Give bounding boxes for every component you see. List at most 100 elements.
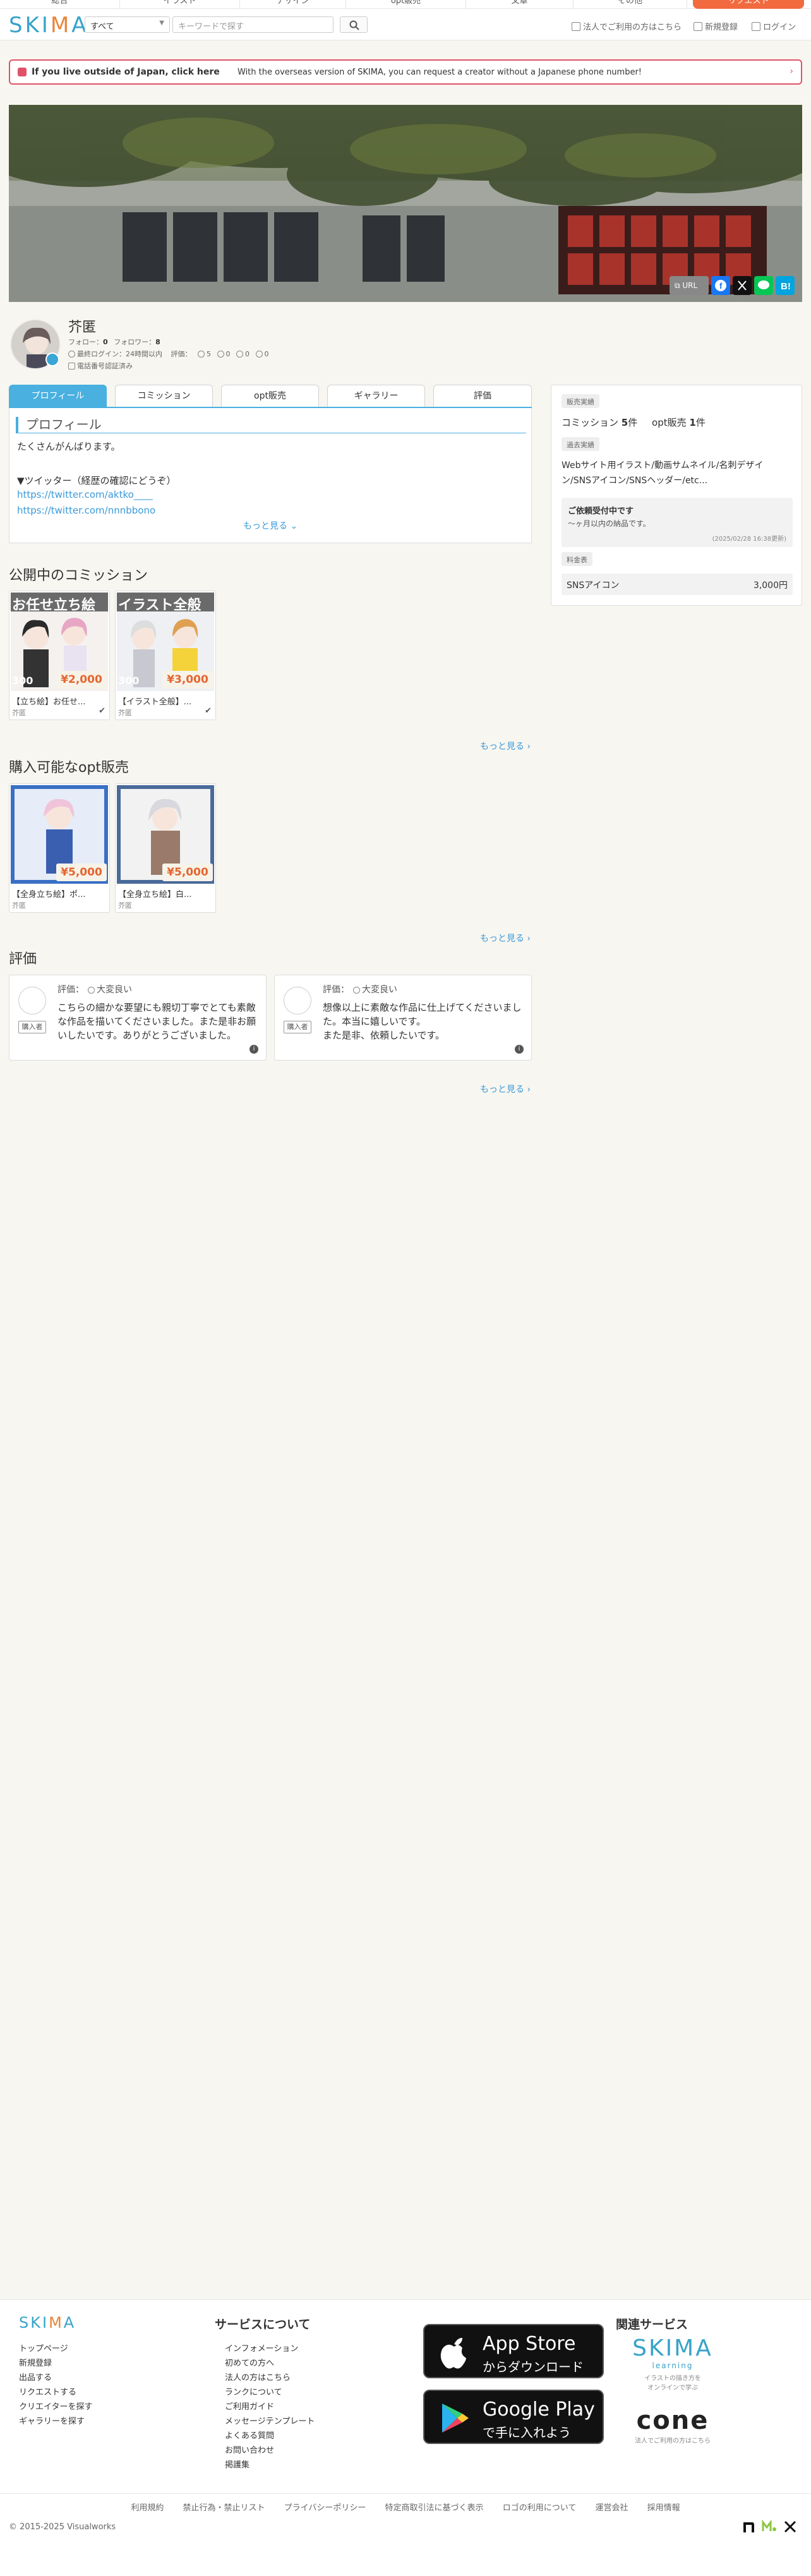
- legal-link[interactable]: 採用情報: [647, 2503, 680, 2513]
- footer-link[interactable]: クリエイターを探す: [19, 2400, 92, 2414]
- opt-thumbnail: ¥5,000: [11, 785, 108, 884]
- footer-logo[interactable]: SKIMA: [19, 2314, 76, 2332]
- register-link[interactable]: 新規登録: [694, 20, 738, 32]
- commission-card[interactable]: イラスト全般 300 ¥3,000 【イラスト全般】... 芥匿 ✔: [115, 591, 216, 720]
- cone-desc: 法人でご利用の方はこちら: [635, 2438, 711, 2445]
- footer-link[interactable]: ギャラリーを探す: [19, 2414, 92, 2429]
- footer-link[interactable]: 法人の方はこちら: [225, 2371, 315, 2385]
- footer-link[interactable]: メッセージテンプレート: [225, 2414, 315, 2429]
- nav-tab-general[interactable]: 総合: [0, 0, 120, 9]
- search-button[interactable]: [340, 16, 368, 33]
- overseas-banner[interactable]: If you live outside of Japan, click here…: [9, 59, 802, 85]
- facebook-share-button[interactable]: f: [711, 276, 730, 295]
- review-card: 購入者 評価： 大変良い 想像以上に素敵な作品に仕上げてくださいまし た。本当に嬉…: [274, 975, 532, 1061]
- learning-desc-2: オンラインで学ぶ: [647, 2385, 698, 2392]
- footer-link[interactable]: よくある質問: [225, 2429, 315, 2443]
- x-icon[interactable]: [783, 2520, 797, 2534]
- footer-link[interactable]: インフォメーション: [225, 2342, 315, 2356]
- nav-tab-design[interactable]: デザイン: [240, 0, 346, 9]
- twitter-link-2[interactable]: https://twitter.com/nnnbbono: [17, 505, 155, 516]
- review-section-title: 評価: [9, 951, 37, 967]
- learning-desc-1: イラストの描き方を: [644, 2375, 701, 2382]
- commission-more-link[interactable]: もっと見る ›: [480, 740, 531, 752]
- opt-card[interactable]: ¥5,000 【全身立ち絵】ポ... 芥匿: [9, 783, 110, 913]
- info-icon[interactable]: i: [249, 1045, 258, 1054]
- legal-link[interactable]: 禁止行為・禁止リスト: [183, 2503, 265, 2513]
- login-link[interactable]: ログイン: [752, 20, 796, 32]
- review-text-3: いしたいです。ありがとうございました。: [57, 1030, 237, 1041]
- phone-verified-label: 電話番号認証済み: [77, 362, 133, 370]
- opt-label: opt販売: [652, 417, 687, 428]
- tab-gallery[interactable]: ギャラリー: [327, 385, 425, 407]
- footer-link[interactable]: ご利用ガイド: [225, 2400, 315, 2414]
- check-icon: ✔: [205, 706, 212, 716]
- footer-link[interactable]: 初めての方へ: [225, 2356, 315, 2371]
- sad-face-icon: [236, 351, 243, 358]
- commission-card[interactable]: お任せ立ち絵 300 ¥2,000 【立ち絵】お任せ... 芥匿 ✔: [9, 591, 110, 720]
- copy-url-button[interactable]: ⧉ URL: [670, 276, 709, 295]
- footer-link[interactable]: トップページ: [19, 2342, 92, 2356]
- app-store-title: App Store: [483, 2333, 576, 2355]
- corporate-link[interactable]: 法人でご利用の方はこちら: [572, 20, 682, 32]
- profile-tabs: プロフィール コミッション opt販売 ギャラリー 評価: [9, 385, 532, 407]
- note-icon[interactable]: [742, 2520, 755, 2534]
- cone-link[interactable]: cone 法人でご利用の方はこちら: [616, 2406, 730, 2445]
- misskey-icon[interactable]: [762, 2520, 777, 2534]
- search-input[interactable]: キーワードで探す: [172, 16, 333, 33]
- skima-logo[interactable]: SKIMA: [9, 13, 89, 38]
- nav-tab-text[interactable]: 文章: [466, 0, 574, 9]
- category-select[interactable]: すべて ▼: [85, 16, 170, 33]
- legal-link[interactable]: 特定商取引法に基づく表示: [385, 2503, 484, 2513]
- footer-link[interactable]: 掲護集: [225, 2458, 315, 2472]
- footer-logo-tail: A: [63, 2314, 76, 2332]
- footer-link[interactable]: 出品する: [19, 2371, 92, 2385]
- copy-icon: ⧉: [675, 281, 683, 290]
- footer-link[interactable]: リクエストする: [19, 2385, 92, 2400]
- follower-count[interactable]: 8: [155, 338, 160, 346]
- review-rating-value: 大変良い: [362, 985, 397, 995]
- opt-card[interactable]: ¥5,000 【全身立ち絵】白... 芥匿: [115, 783, 216, 913]
- last-login: 最終ログイン：24時間以内: [77, 350, 162, 358]
- legal-link[interactable]: ロゴの利用について: [503, 2503, 577, 2513]
- legal-link[interactable]: 利用規約: [131, 2503, 164, 2513]
- x-share-button[interactable]: [733, 276, 752, 295]
- google-play-button[interactable]: Google Play で手に入れよう: [423, 2390, 604, 2444]
- footer-link[interactable]: 新規登録: [19, 2356, 92, 2371]
- profile-heading: プロフィール: [16, 417, 526, 433]
- tab-reviews[interactable]: 評価: [433, 385, 532, 407]
- nav-tab-other[interactable]: その他: [574, 0, 687, 9]
- review-more-link[interactable]: もっと見る ›: [480, 1083, 531, 1095]
- price-item: SNSアイコン: [567, 581, 620, 591]
- twitter-link-1[interactable]: https://twitter.com/aktko____: [17, 489, 153, 500]
- google-play-icon: [442, 2404, 469, 2433]
- tab-opt[interactable]: opt販売: [221, 385, 319, 407]
- nav-tab-illust[interactable]: イラスト: [120, 0, 240, 9]
- request-button[interactable]: リクエスト: [693, 0, 804, 9]
- opt-more-link[interactable]: もっと見る ›: [480, 932, 531, 944]
- follow-count[interactable]: 0: [103, 338, 108, 346]
- commission-count: 5: [621, 417, 628, 428]
- skima-learning-link[interactable]: SKIMA learning イラストの描き方を オンラインで学ぶ: [628, 2335, 717, 2392]
- info-icon[interactable]: i: [515, 1045, 524, 1054]
- tab-profile[interactable]: プロフィール: [9, 385, 107, 407]
- creator-sidebar: 販売実績 コミッション 5件 opt販売 1件 過去実績 Webサイト用イラスト…: [551, 385, 802, 606]
- past-record-line-1: Webサイト用イラスト/動画サムネイル/名刺デザイ: [562, 460, 764, 471]
- legal-link[interactable]: プライバシーポリシー: [284, 2503, 366, 2513]
- category-nav: 総合 イラスト デザイン opt販売 文章 その他 リクエスト: [0, 0, 811, 9]
- profile-more-button[interactable]: もっと見る ⌄: [243, 519, 297, 532]
- nav-tab-opt[interactable]: opt販売: [346, 0, 466, 9]
- footer-link[interactable]: ランクについて: [225, 2385, 315, 2400]
- x-icon: [738, 280, 747, 291]
- footer-link[interactable]: お問い合わせ: [225, 2443, 315, 2458]
- status-box: ご依頼受付中です 〜ヶ月以内の納品です。 (2025/02/28 16:38更新…: [562, 498, 793, 547]
- app-store-button[interactable]: App Store からダウンロード: [423, 2324, 604, 2378]
- site-header: SKIMA すべて ▼ キーワードで探す 法人でご利用の方はこちら 新規登録 ログ…: [0, 9, 811, 40]
- legal-link[interactable]: 運営会社: [595, 2503, 628, 2513]
- google-play-sub: で手に入れよう: [483, 2425, 571, 2440]
- rating-good-count: 5: [207, 350, 211, 358]
- smile-icon: [353, 987, 360, 994]
- line-share-button[interactable]: [754, 276, 773, 295]
- hatena-share-button[interactable]: B!: [776, 276, 795, 295]
- site-footer: SKIMA トップページ 新規登録 出品する リクエストする クリエイターを探す…: [0, 2299, 811, 2576]
- tab-commission[interactable]: コミッション: [115, 385, 213, 407]
